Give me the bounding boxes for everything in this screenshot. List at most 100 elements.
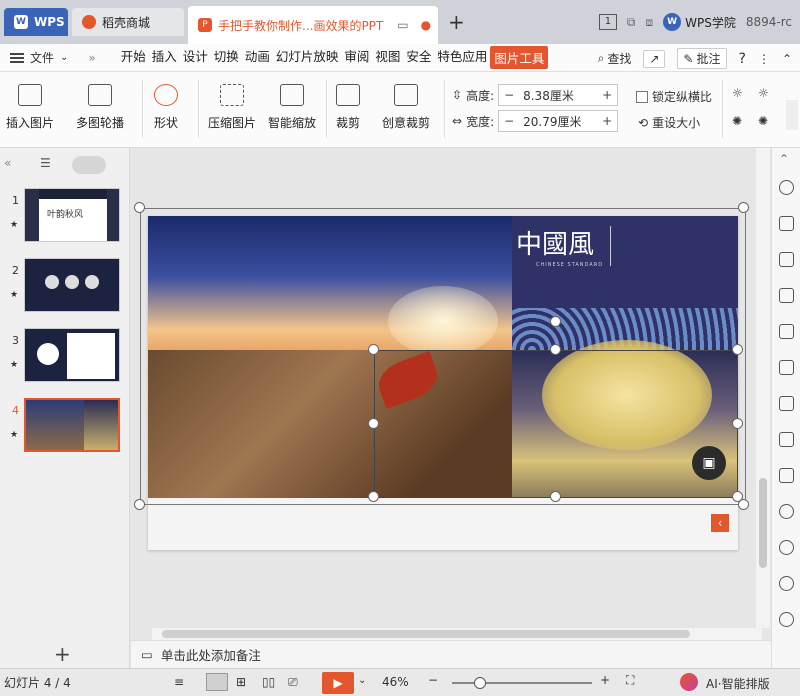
resize-handle[interactable] [550, 316, 561, 327]
zoom-in-icon[interactable]: + [600, 673, 610, 687]
tab-current-document[interactable]: P 手把手教你制作...画效果的PPT ▭ ● [188, 6, 438, 44]
resize-handle[interactable] [732, 418, 743, 429]
tab-security[interactable]: 安全 [403, 46, 434, 69]
contrast-down-icon[interactable]: ✺ [758, 114, 768, 128]
height-decrement-icon[interactable]: − [499, 88, 519, 102]
add-slide-icon[interactable]: + [54, 642, 71, 666]
comment-button[interactable]: ✎ 批注 [677, 48, 727, 69]
creative-crop-button[interactable]: 创意裁剪 [382, 84, 430, 131]
crop-panel-icon[interactable] [779, 468, 794, 483]
download-icon[interactable] [779, 540, 794, 555]
slide-thumbnail-1[interactable]: 叶韵秋风 [24, 188, 120, 242]
smart-scale-button[interactable]: 智能缩放 [268, 84, 316, 131]
slide-thumbnail-4[interactable] [24, 398, 120, 452]
tab-review[interactable]: 审阅 [341, 46, 372, 69]
collapse-ribbon-icon[interactable]: ⌃ [782, 52, 792, 66]
star-effects-icon[interactable] [779, 180, 794, 195]
horizontal-scroll-thumb[interactable] [162, 630, 690, 638]
vertical-scroll-thumb[interactable] [759, 478, 767, 568]
width-decrement-icon[interactable]: − [499, 114, 519, 128]
adjust-icon[interactable] [779, 324, 794, 339]
brightness-down-icon[interactable]: ☼ [758, 86, 769, 100]
layout-icon[interactable] [779, 360, 794, 375]
play-dropdown-icon[interactable]: ⌄ [358, 675, 366, 686]
ribbon-scroll-handle[interactable] [786, 100, 798, 130]
tab-view[interactable]: 视图 [372, 46, 403, 69]
thumbnail-view-toggle[interactable] [72, 156, 106, 174]
history-icon[interactable] [779, 576, 794, 591]
reset-size-button[interactable]: ⟲ 重设大小 [638, 114, 700, 131]
tab-animations[interactable]: 动画 [242, 46, 273, 69]
slide-thumbnail-3[interactable] [24, 328, 120, 382]
shape-button[interactable]: 形状 [154, 84, 178, 131]
tab-picture-tools[interactable]: 图片工具 [490, 46, 549, 69]
contrast-up-icon[interactable]: ✺ [732, 114, 742, 128]
resize-handle[interactable] [368, 418, 379, 429]
tab-docer-store[interactable]: 稻壳商城 [72, 8, 184, 36]
resize-handle[interactable] [134, 202, 145, 213]
resize-handle[interactable] [732, 491, 743, 502]
help-circle-icon[interactable] [779, 612, 794, 627]
normal-view-icon[interactable] [206, 673, 228, 691]
help-icon[interactable]: ? [739, 51, 746, 67]
shapes-icon[interactable] [779, 252, 794, 267]
picture-panel-icon[interactable] [779, 432, 794, 447]
ai-layout-button[interactable]: AI·智能排版 [706, 675, 770, 692]
user-name[interactable]: 8894-rc [746, 15, 792, 29]
height-increment-icon[interactable]: + [597, 88, 617, 102]
fit-window-icon[interactable]: ⛶ [626, 673, 634, 688]
slide-sorter-icon[interactable]: ⊞ [236, 675, 246, 689]
resize-handle[interactable] [368, 491, 379, 502]
file-menu[interactable]: 文件 ⌄ [10, 49, 68, 66]
reading-view-icon[interactable]: ▯▯ [262, 675, 275, 689]
collapse-icon[interactable]: ⌃ [779, 152, 789, 166]
insert-picture-button[interactable]: 插入图片 [6, 84, 54, 131]
page-count-badge[interactable]: 1 [598, 14, 617, 30]
horizontal-scrollbar[interactable] [152, 628, 762, 640]
notes-toggle-icon[interactable]: ≡ [174, 675, 184, 689]
share-icon[interactable]: ↗ [643, 49, 666, 68]
monitor-icon[interactable]: ▭ [397, 18, 408, 32]
layers-icon[interactable]: ⧈ [645, 15, 653, 30]
multi-carousel-button[interactable]: 多图轮播 [76, 84, 124, 131]
tab-design[interactable]: 设计 [180, 46, 211, 69]
tab-special-apps[interactable]: 特色应用 [434, 46, 490, 69]
width-input[interactable]: − 20.79厘米 + [498, 110, 619, 132]
brightness-up-icon[interactable]: ☼ [732, 86, 743, 100]
resize-handle[interactable] [368, 344, 379, 355]
bookmark-icon[interactable] [779, 504, 794, 519]
compress-picture-button[interactable]: 压缩图片 [208, 84, 256, 131]
zoom-slider-thumb[interactable] [474, 677, 486, 689]
resize-handle[interactable] [550, 344, 561, 355]
slide-thumbnail-2[interactable] [24, 258, 120, 312]
zoom-slider[interactable] [452, 677, 592, 689]
zoom-value[interactable]: 46% [382, 675, 409, 689]
wps-academy[interactable]: W WPS学院 [663, 13, 736, 31]
fill-icon[interactable] [779, 288, 794, 303]
new-tab-plus-icon[interactable]: + [448, 10, 465, 34]
outline-view-icon[interactable]: ☰ [40, 156, 51, 170]
search-button[interactable]: ⌕ 查找 [598, 50, 632, 67]
resize-handle[interactable] [134, 499, 145, 510]
height-input[interactable]: − 8.38厘米 + [498, 84, 619, 106]
resize-handle[interactable] [550, 491, 561, 502]
more-options-icon[interactable]: ⋮ [758, 52, 770, 66]
vertical-scrollbar[interactable] [756, 148, 770, 628]
copy-format-icon[interactable] [779, 216, 794, 231]
tab-insert[interactable]: 插入 [149, 46, 180, 69]
cube-icon[interactable] [779, 396, 794, 411]
tab-transitions[interactable]: 切换 [211, 46, 242, 69]
tab-slideshow[interactable]: 幻灯片放映 [273, 46, 342, 69]
tab-wps-home[interactable]: W WPS [4, 8, 68, 36]
lock-ratio-checkbox[interactable]: 锁定纵横比 [636, 88, 712, 105]
tab-home[interactable]: 开始 [118, 46, 149, 69]
collapse-panel-icon[interactable]: « [4, 156, 11, 170]
presenter-view-icon[interactable]: ⎚ [288, 675, 298, 690]
width-increment-icon[interactable]: + [597, 114, 617, 128]
zoom-out-icon[interactable]: − [428, 673, 438, 687]
notes-area[interactable]: ▭ 单击此处添加备注 [131, 640, 771, 668]
collapse-arrow-icon[interactable]: ‹ [711, 514, 729, 532]
resize-handle[interactable] [732, 344, 743, 355]
resize-handle[interactable] [738, 202, 749, 213]
copy-icon[interactable]: ⧉ [627, 15, 636, 30]
